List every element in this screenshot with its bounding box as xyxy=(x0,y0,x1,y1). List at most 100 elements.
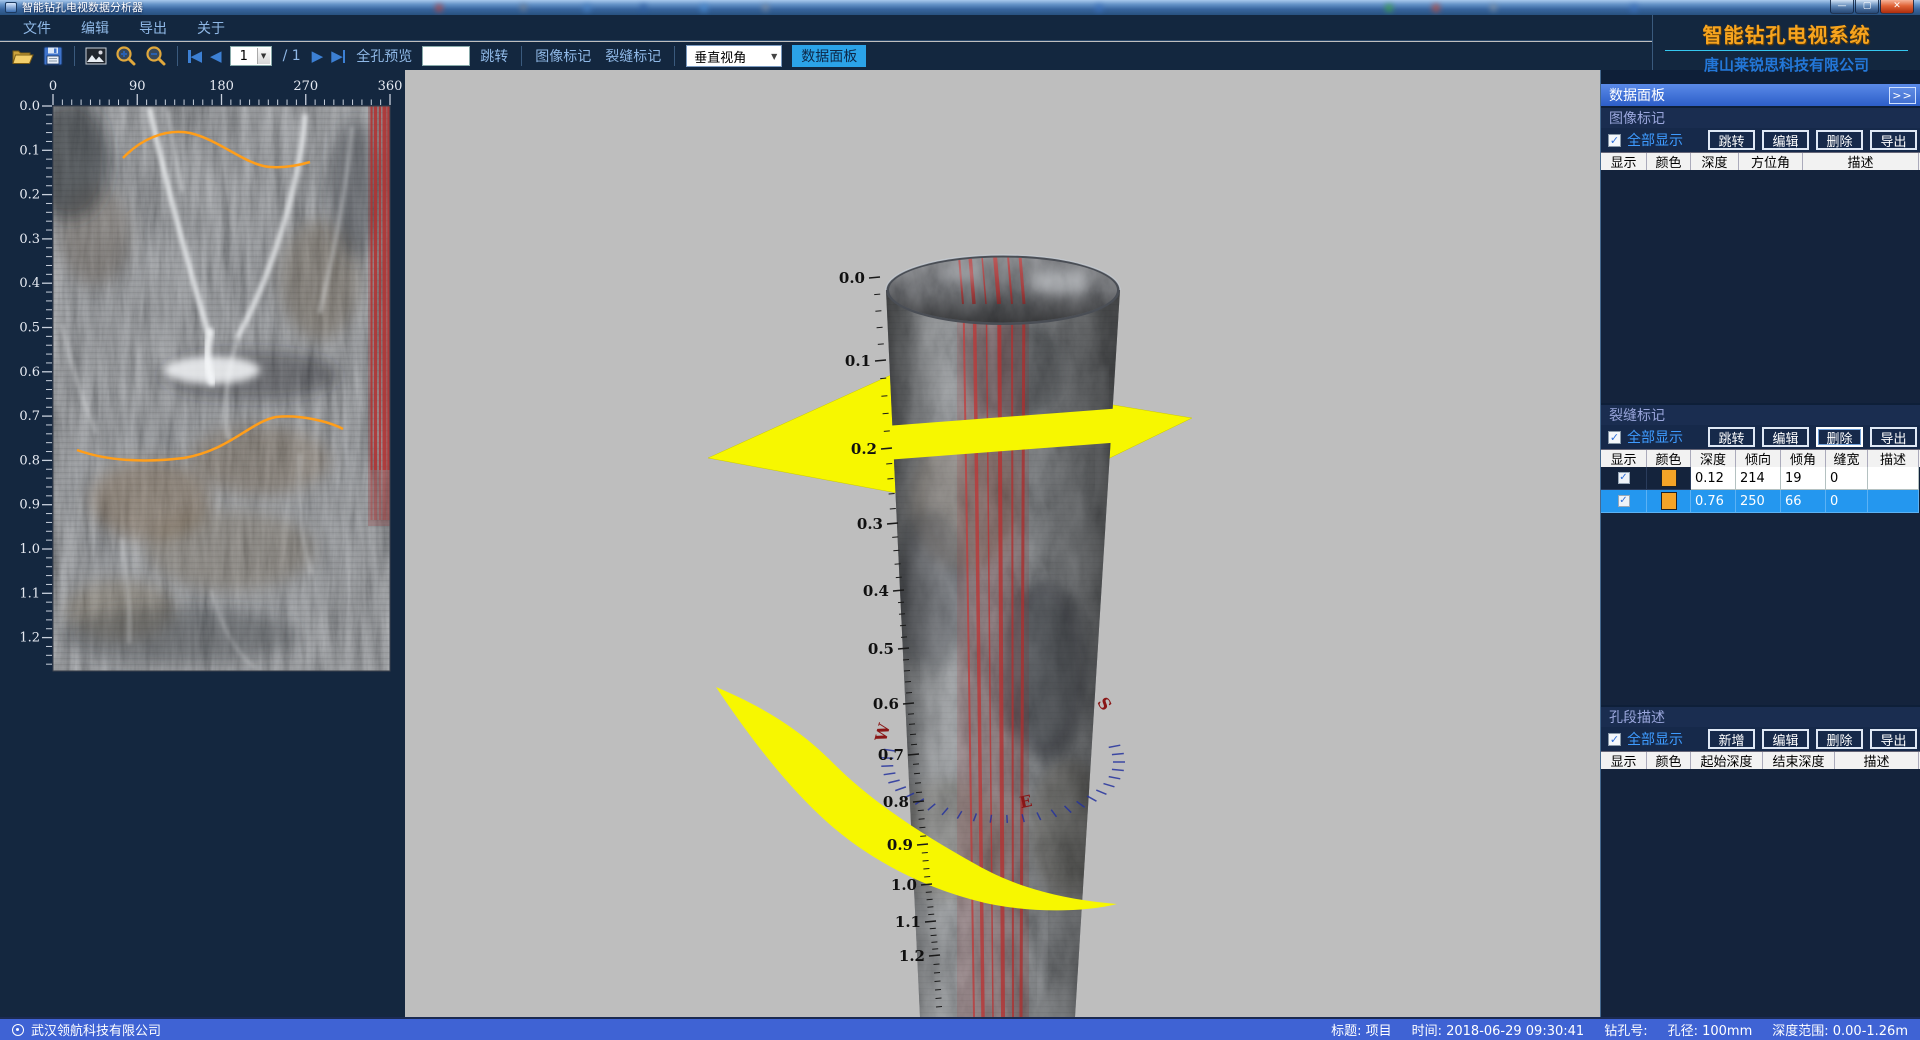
section-button-删除[interactable]: 删除 xyxy=(1816,729,1863,749)
menu-item-2[interactable]: 导出 xyxy=(124,18,182,38)
toolbar: ◀ ◀ 1 ▼ / 1 ▶ ▶ 全孔预览 跳转 图像标记 裂缝标记 垂直视角 ▼… xyxy=(0,42,1920,70)
view-mode-value: 垂直视角 xyxy=(694,47,746,66)
section-button-导出[interactable]: 导出 xyxy=(1870,427,1917,447)
nav-next-icon[interactable]: ▶ xyxy=(312,49,324,64)
row-cell: 19 xyxy=(1781,467,1826,490)
table-header: 显示颜色起始深度结束深度描述 xyxy=(1601,751,1920,769)
status-field: 时间: 2018-06-29 09:30:41 xyxy=(1412,1020,1585,1039)
row-show-checkbox[interactable]: ✓ xyxy=(1618,495,1630,507)
menu-item-1[interactable]: 编辑 xyxy=(66,18,124,38)
svg-text:0.4: 0.4 xyxy=(863,582,889,600)
svg-text:180: 180 xyxy=(209,79,234,94)
section-button-删除[interactable]: 删除 xyxy=(1816,427,1863,447)
svg-text:1.2: 1.2 xyxy=(19,631,40,646)
section-button-删除[interactable]: 删除 xyxy=(1816,130,1863,150)
row-cell: 0 xyxy=(1826,490,1868,513)
section-controls: ✓全部显示新增编辑删除导出 xyxy=(1601,727,1920,751)
nav-last-icon[interactable]: ▶ xyxy=(331,49,345,64)
section-button-编辑[interactable]: 编辑 xyxy=(1762,427,1809,447)
svg-text:1.0: 1.0 xyxy=(19,542,40,557)
svg-text:0.9: 0.9 xyxy=(19,498,40,513)
data-panel-toggle-button[interactable]: 数据面板 xyxy=(792,45,866,67)
section-button-导出[interactable]: 导出 xyxy=(1870,130,1917,150)
view-mode-select[interactable]: 垂直视角 ▼ xyxy=(686,45,782,67)
show-all-checkbox[interactable]: ✓ xyxy=(1608,134,1621,147)
svg-text:90: 90 xyxy=(129,79,146,94)
column-header: 显示 xyxy=(1601,752,1647,769)
section-button-编辑[interactable]: 编辑 xyxy=(1762,729,1809,749)
section-title: 孔段描述 xyxy=(1601,707,1920,727)
image-preview-icon[interactable] xyxy=(83,44,109,68)
column-header: 深度 xyxy=(1691,153,1739,170)
unwrapped-borehole-panel[interactable]: 0901802703600.00.10.20.30.40.50.60.70.80… xyxy=(0,70,405,1017)
section-button-跳转[interactable]: 跳转 xyxy=(1708,427,1755,447)
toolbar-separator xyxy=(674,46,675,66)
status-fields: 标题: 项目时间: 2018-06-29 09:30:41钻孔号: 孔径: 10… xyxy=(1311,1020,1908,1039)
minimize-button[interactable]: — xyxy=(1830,0,1854,14)
borehole-opening xyxy=(886,255,1120,325)
row-color-swatch[interactable] xyxy=(1661,469,1677,487)
column-header: 颜色 xyxy=(1647,450,1691,467)
depth-ruler: 0.00.10.20.30.40.50.60.70.80.91.01.11.2 xyxy=(19,99,52,664)
jump-button[interactable]: 跳转 xyxy=(480,46,508,66)
jump-input[interactable] xyxy=(422,46,470,66)
window-controls: — ▢ ✕ xyxy=(1829,0,1914,14)
row-color-swatch[interactable] xyxy=(1661,492,1677,510)
row-cell xyxy=(1868,490,1919,513)
table-row[interactable]: ✓0.76250660 xyxy=(1601,490,1920,513)
chevron-down-icon[interactable]: ▼ xyxy=(257,48,270,64)
svg-text:0.2: 0.2 xyxy=(851,440,877,458)
section-button-导出[interactable]: 导出 xyxy=(1870,729,1917,749)
nav-prev-icon[interactable]: ◀ xyxy=(210,49,222,64)
svg-text:0.5: 0.5 xyxy=(19,321,40,336)
close-button[interactable]: ✕ xyxy=(1880,0,1914,14)
column-header: 起始深度 xyxy=(1691,752,1763,769)
window-title: 智能钻孔电视数据分析器 xyxy=(22,0,143,15)
show-all-checkbox[interactable]: ✓ xyxy=(1608,733,1621,746)
section-button-新增[interactable]: 新增 xyxy=(1708,729,1755,749)
open-folder-icon[interactable] xyxy=(10,44,36,68)
table-header: 显示颜色深度方位角描述 xyxy=(1601,152,1920,170)
nav-first-icon[interactable]: ◀ xyxy=(188,49,202,64)
svg-text:0.3: 0.3 xyxy=(857,515,883,533)
row-cell: 0 xyxy=(1826,467,1868,490)
row-cell xyxy=(1868,467,1919,490)
collapse-panel-button[interactable]: >> xyxy=(1889,87,1916,104)
borehole-3d-view[interactable]: WES0.00.10.20.30.40.50.60.70.80.91.01.11… xyxy=(405,70,1600,1017)
borehole-3d-scene[interactable]: WES0.00.10.20.30.40.50.60.70.80.91.01.11… xyxy=(405,70,1600,1017)
crack-mark-button[interactable]: 裂缝标记 xyxy=(605,46,661,66)
image-mark-button[interactable]: 图像标记 xyxy=(535,46,591,66)
svg-text:0.7: 0.7 xyxy=(878,746,904,764)
column-header: 描述 xyxy=(1803,153,1919,170)
section-button-跳转[interactable]: 跳转 xyxy=(1708,130,1755,150)
zoom-in-icon[interactable] xyxy=(113,44,139,68)
status-field: 钻孔号: xyxy=(1604,1020,1647,1039)
column-header: 结束深度 xyxy=(1763,752,1835,769)
toolbar-separator xyxy=(177,46,178,66)
show-all-checkbox[interactable]: ✓ xyxy=(1608,431,1621,444)
column-header: 深度 xyxy=(1691,450,1736,467)
zoom-out-icon[interactable] xyxy=(143,44,169,68)
svg-text:270: 270 xyxy=(293,79,318,94)
status-field: 标题: 项目 xyxy=(1331,1020,1392,1039)
page-select[interactable]: 1 ▼ xyxy=(230,46,272,66)
svg-text:1.1: 1.1 xyxy=(895,913,921,931)
app-icon xyxy=(5,2,17,13)
toolbar-separator xyxy=(74,46,75,66)
table-empty-area xyxy=(1601,170,1920,403)
save-icon[interactable] xyxy=(40,44,66,68)
menu-item-0[interactable]: 文件 xyxy=(8,18,66,38)
column-header: 颜色 xyxy=(1647,752,1691,769)
svg-text:0.6: 0.6 xyxy=(19,365,40,380)
svg-text:0.2: 0.2 xyxy=(19,188,40,203)
section-button-编辑[interactable]: 编辑 xyxy=(1762,130,1809,150)
unwrapped-borehole-image[interactable]: 0901802703600.00.10.20.30.40.50.60.70.80… xyxy=(0,70,405,1017)
row-cell: 0.12 xyxy=(1691,467,1736,490)
table-row[interactable]: ✓0.12214190 xyxy=(1601,467,1920,490)
maximize-button[interactable]: ▢ xyxy=(1855,0,1879,14)
svg-text:0.1: 0.1 xyxy=(19,143,40,158)
menu-item-3[interactable]: 关于 xyxy=(182,18,240,38)
row-show-checkbox[interactable]: ✓ xyxy=(1618,472,1630,484)
section-title: 裂缝标记 xyxy=(1601,405,1920,425)
title-bar[interactable]: 智能钻孔电视数据分析器 — ▢ ✕ xyxy=(0,0,1920,15)
